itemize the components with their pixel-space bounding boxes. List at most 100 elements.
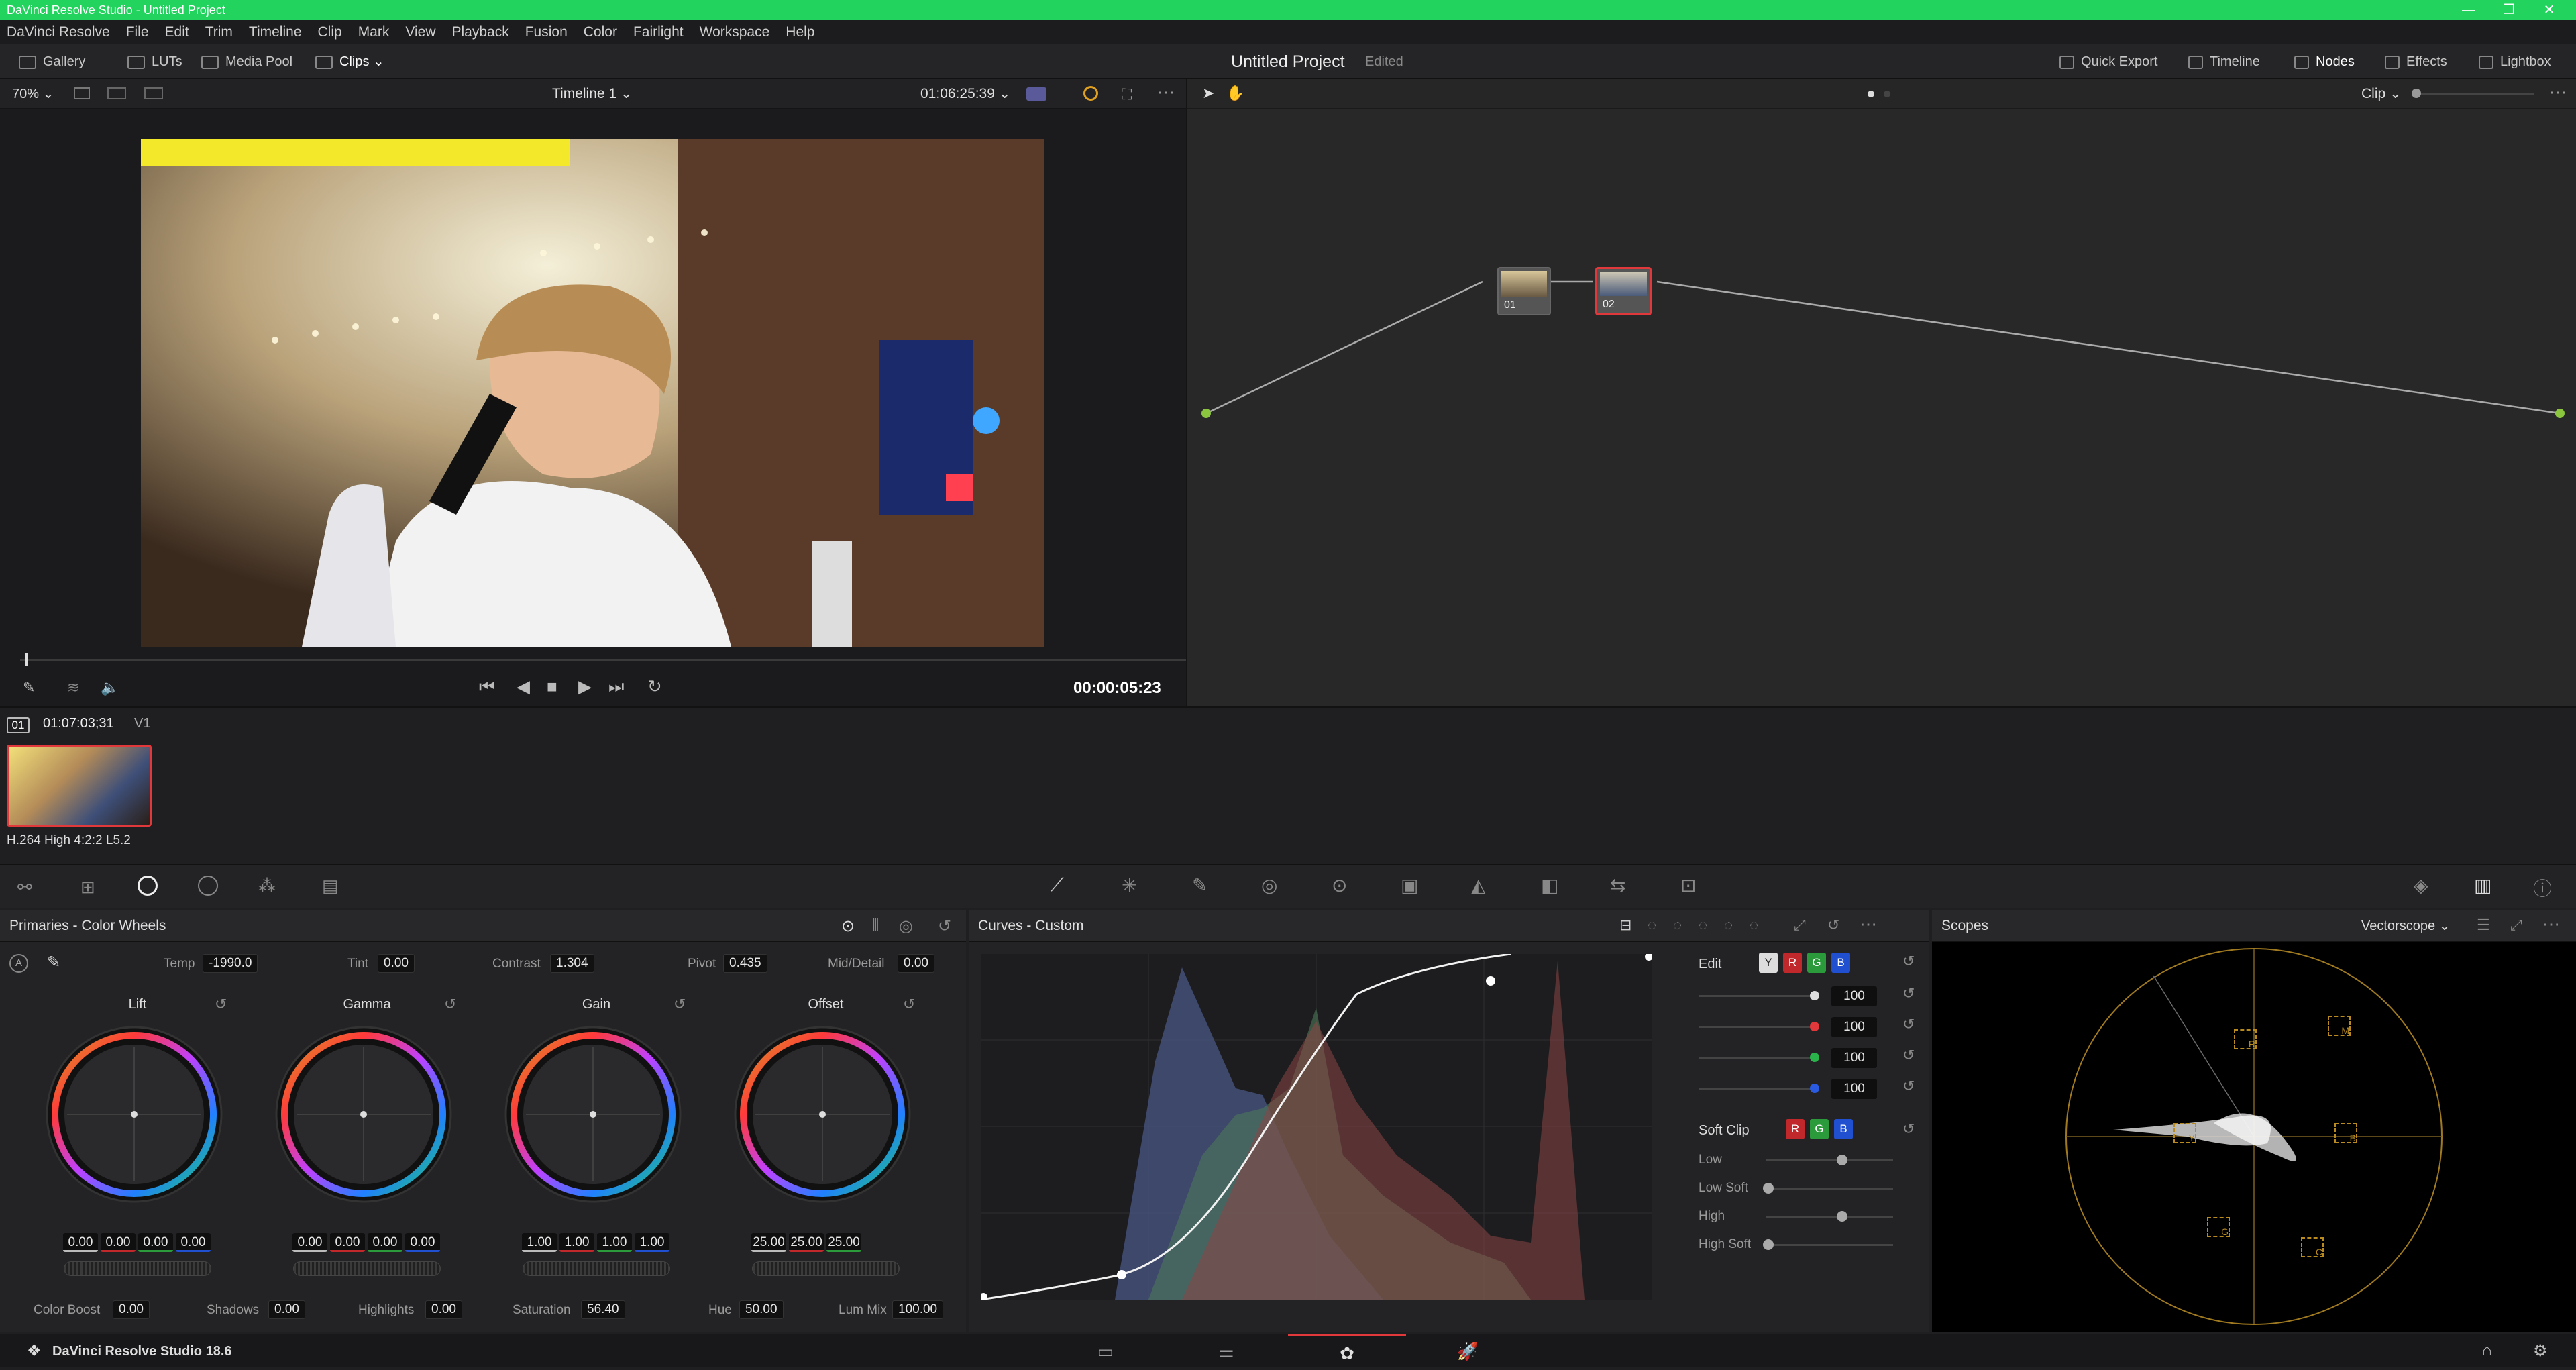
scope-type-dropdown[interactable]: Vectorscope ⌄ xyxy=(2361,910,2450,942)
intensity-slider[interactable] xyxy=(1699,1088,1813,1090)
minimize-icon[interactable]: — xyxy=(2449,0,2489,20)
reset-wheels-icon[interactable]: ↺ xyxy=(938,916,951,936)
wheel-master-jog[interactable] xyxy=(523,1261,670,1276)
bars-mode-icon[interactable]: ⦀ xyxy=(872,916,879,935)
scopes-icon[interactable]: ▥ xyxy=(2474,874,2491,896)
softclip-g-chip[interactable]: G xyxy=(1810,1119,1829,1139)
wheel-value[interactable]: 1.00 xyxy=(559,1233,594,1252)
curves-reset-icon[interactable]: ↺ xyxy=(1827,916,1839,934)
wheel-value[interactable]: 1.00 xyxy=(635,1233,669,1252)
stop-icon[interactable]: ■ xyxy=(547,676,557,697)
wheel-reset-icon[interactable]: ↺ xyxy=(903,996,915,1013)
intensity-slider-handle[interactable] xyxy=(1810,991,1819,1000)
low-soft-slider-handle[interactable] xyxy=(1763,1183,1774,1194)
intensity-reset-icon[interactable]: ↺ xyxy=(1902,985,1915,1002)
menu-item[interactable]: File xyxy=(118,20,157,44)
high-soft-slider-handle[interactable] xyxy=(1763,1239,1774,1250)
3d-icon[interactable]: ⊡ xyxy=(1680,874,1696,896)
play-icon[interactable]: ▶ xyxy=(578,676,592,697)
video-frame[interactable] xyxy=(141,139,1044,647)
temp-field[interactable]: -1990.0 xyxy=(203,954,258,973)
intensity-value[interactable]: 100 xyxy=(1831,1079,1877,1099)
split-view-icon[interactable] xyxy=(107,87,126,99)
wheel-reset-icon[interactable]: ↺ xyxy=(215,996,227,1013)
cut-page-tab[interactable]: ▭ xyxy=(1046,1334,1165,1368)
home-icon[interactable]: ⌂ xyxy=(2482,1341,2492,1360)
softclip-b-chip[interactable]: B xyxy=(1834,1119,1853,1139)
shadows-field[interactable]: 0.00 xyxy=(268,1300,305,1319)
color-wheel-disc[interactable] xyxy=(502,1024,684,1205)
hdr-wheels-icon[interactable] xyxy=(198,876,218,896)
layers-icon[interactable]: ≋ xyxy=(67,679,79,696)
wheel-reset-icon[interactable]: ↺ xyxy=(444,996,456,1013)
rgb-mixer-icon[interactable]: ⁂ xyxy=(258,876,276,896)
intensity-slider[interactable] xyxy=(1699,1026,1813,1028)
low-soft-slider[interactable] xyxy=(1766,1188,1893,1190)
viewer-mode-icon[interactable] xyxy=(1026,87,1046,101)
high-slider-handle[interactable] xyxy=(1837,1211,1847,1222)
intensity-slider[interactable] xyxy=(1699,1057,1813,1059)
wheel-master-jog[interactable] xyxy=(64,1261,211,1276)
node-editor[interactable]: ➤ ✋ Clip ⌄ ⋯ 01 02 xyxy=(1186,79,2576,706)
wheels-mode-icon[interactable]: ⊙ xyxy=(841,916,855,936)
saturation-field[interactable]: 56.40 xyxy=(581,1300,625,1319)
menu-item[interactable]: Workspace xyxy=(692,20,778,44)
curve-custom-icon[interactable]: ⊟ xyxy=(1619,916,1631,934)
intensity-reset-icon[interactable]: ↺ xyxy=(1902,1047,1915,1064)
menu-item[interactable]: Clip xyxy=(310,20,350,44)
key-icon[interactable]: ◧ xyxy=(1541,874,1558,896)
intensity-slider-handle[interactable] xyxy=(1810,1053,1819,1062)
viewer-more-icon[interactable]: ⋯ xyxy=(1157,82,1175,103)
low-slider[interactable] xyxy=(1766,1159,1893,1161)
clips-button[interactable]: Clips ⌄ xyxy=(315,44,384,79)
clip-thumbnail[interactable] xyxy=(7,745,152,827)
pivot-field[interactable]: 0.435 xyxy=(723,954,767,973)
intensity-reset-icon[interactable]: ↺ xyxy=(1902,1077,1915,1095)
nodes-toggle-button[interactable]: Nodes xyxy=(2294,44,2355,79)
qualifier-icon[interactable]: ✎ xyxy=(1192,874,1208,896)
softclip-r-chip[interactable]: R xyxy=(1786,1119,1805,1139)
menu-item[interactable]: Fairlight xyxy=(625,20,692,44)
high-soft-slider[interactable] xyxy=(1766,1244,1893,1246)
fullscreen-icon[interactable]: ⛶ xyxy=(1122,86,1132,103)
menu-item[interactable]: Trim xyxy=(197,20,241,44)
info-icon[interactable]: ⓘ xyxy=(2533,874,2552,901)
menu-item[interactable]: Help xyxy=(777,20,822,44)
high-slider[interactable] xyxy=(1766,1216,1893,1218)
menu-item[interactable]: Playback xyxy=(444,20,517,44)
curves-more-icon[interactable]: ⋯ xyxy=(1860,914,1877,935)
magic-mask-icon[interactable]: ▣ xyxy=(1401,874,1418,896)
wheel-value[interactable]: 25.00 xyxy=(751,1233,786,1252)
channel-g-chip[interactable]: G xyxy=(1807,953,1826,973)
timeline-name-dropdown[interactable]: Timeline 1 ⌄ xyxy=(552,79,633,109)
curve-lum-sat-icon[interactable]: ◌ xyxy=(1724,916,1733,934)
intensity-slider-handle[interactable] xyxy=(1810,1084,1819,1093)
scrubber-playhead[interactable] xyxy=(25,653,28,666)
media-pool-button[interactable]: Media Pool xyxy=(201,44,292,79)
color-boost-field[interactable]: 0.00 xyxy=(113,1300,150,1319)
scope-more-icon[interactable]: ⋯ xyxy=(2542,914,2560,935)
quick-export-button[interactable]: Quick Export xyxy=(2059,44,2157,79)
source-timecode[interactable]: 01:06:25:39 ⌄ xyxy=(920,79,1010,109)
blur-icon[interactable]: ◭ xyxy=(1471,874,1486,896)
auto-balance-icon[interactable]: A xyxy=(9,954,28,973)
wheel-value[interactable]: 0.00 xyxy=(368,1233,402,1252)
scope-expand-icon[interactable]: ⤢ xyxy=(2510,916,2522,934)
zoom-dropdown[interactable]: 70% ⌄ xyxy=(12,79,54,109)
curve-hue-lum-icon[interactable]: ◌ xyxy=(1699,916,1707,934)
curve-hue-hue-icon[interactable]: ◌ xyxy=(1648,916,1656,934)
window-icon[interactable]: ◎ xyxy=(1261,874,1277,896)
wheel-value[interactable]: 0.00 xyxy=(101,1233,136,1252)
menu-item[interactable]: View xyxy=(397,20,443,44)
camera-raw-icon[interactable]: ⚯ xyxy=(17,877,32,898)
wheel-value[interactable]: 0.00 xyxy=(63,1233,98,1252)
effects-toggle-button[interactable]: Effects xyxy=(2385,44,2447,79)
luts-button[interactable]: LUTs xyxy=(127,44,182,79)
channel-y-chip[interactable]: Y xyxy=(1759,953,1778,973)
loop-icon[interactable]: ↻ xyxy=(647,676,662,697)
lummix-field[interactable]: 100.00 xyxy=(892,1300,944,1319)
hue-field[interactable]: 50.00 xyxy=(739,1300,784,1319)
curves-graph[interactable] xyxy=(981,954,1652,1300)
highlights-field[interactable]: 0.00 xyxy=(425,1300,462,1319)
color-picker-icon[interactable] xyxy=(1083,86,1098,101)
